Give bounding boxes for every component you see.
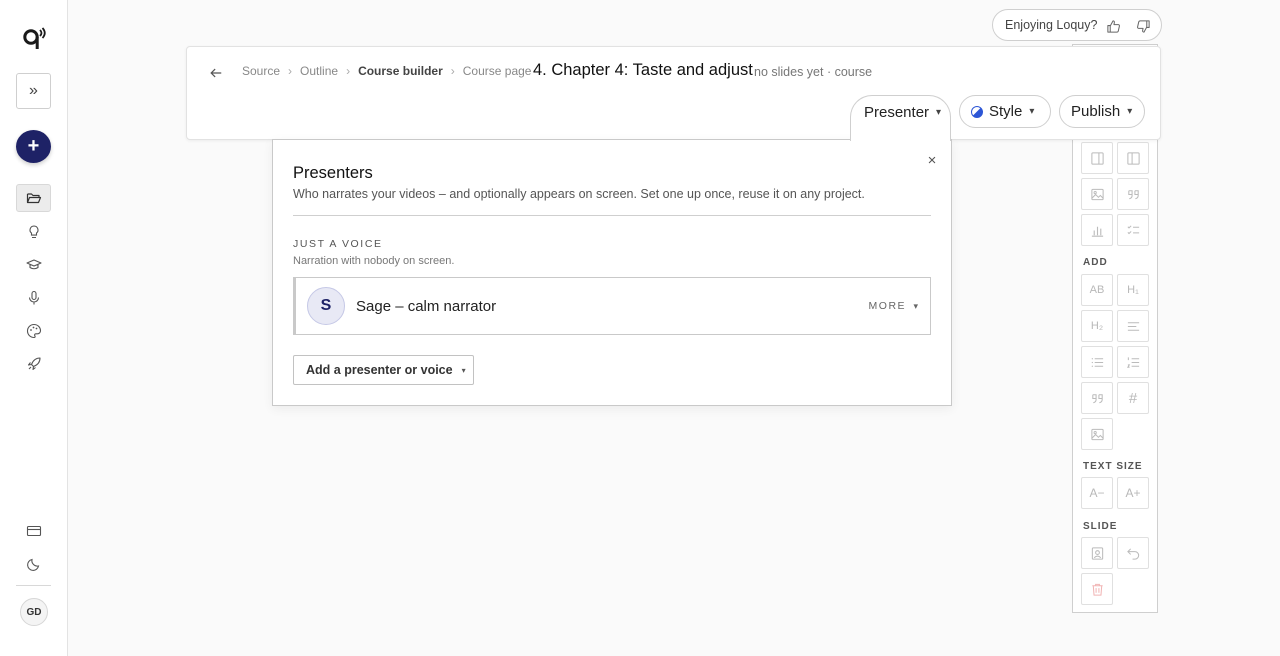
presenter-button[interactable]: Presenter ▾: [850, 95, 951, 141]
heading-2-icon[interactable]: H₂: [1081, 310, 1113, 342]
feedback-pill: Enjoying Loquy?: [992, 9, 1162, 41]
feedback-label: Enjoying Loquy?: [1005, 18, 1098, 32]
rail-divider: [16, 585, 51, 586]
presenter-button-label: Presenter: [864, 104, 930, 121]
bar-chart-icon[interactable]: [1081, 214, 1113, 246]
portrait-icon[interactable]: [1081, 537, 1113, 569]
publish-button[interactable]: Publish ▾: [1059, 95, 1145, 128]
chevron-down-icon: ▾: [461, 365, 466, 375]
decrease-text-icon[interactable]: A−: [1081, 477, 1113, 509]
thumbs-down-icon[interactable]: [1134, 17, 1152, 35]
thumbs-up-icon[interactable]: [1104, 17, 1122, 35]
rail-item-theme[interactable]: [16, 550, 51, 578]
text-ab-icon[interactable]: AB: [1081, 274, 1113, 306]
breadcrumb: Source › Outline › Course builder › Cour…: [242, 64, 531, 78]
credit-card-icon: [26, 525, 41, 537]
quote-icon[interactable]: [1081, 382, 1113, 414]
checklist-icon[interactable]: [1117, 214, 1149, 246]
add-presenter-label: Add a presenter or voice: [306, 363, 453, 377]
breadcrumb-course-page[interactable]: Course page: [463, 64, 532, 78]
popover-divider: [293, 215, 931, 216]
breadcrumb-separator: ›: [346, 64, 351, 78]
image-icon[interactable]: [1081, 178, 1113, 210]
voice-more-label: MORE: [868, 300, 907, 312]
graduation-cap-icon: [25, 259, 42, 270]
breadcrumb-course-builder[interactable]: Course builder: [358, 64, 443, 78]
rail-item-billing[interactable]: [16, 517, 51, 545]
layout-right-panel-icon[interactable]: [1081, 142, 1113, 174]
heading-1-icon[interactable]: H₁: [1117, 274, 1149, 306]
text-size-section-label: TEXT SIZE: [1083, 461, 1143, 472]
paragraph-icon[interactable]: [1117, 310, 1149, 342]
avatar[interactable]: GD: [20, 598, 48, 626]
page-title: 4. Chapter 4: Taste and adjust: [533, 61, 753, 79]
voice-avatar: S: [307, 287, 345, 325]
numbered-list-icon[interactable]: [1117, 346, 1149, 378]
voice-item[interactable]: S Sage – calm narrator MORE ▾: [293, 277, 931, 335]
moon-icon: [26, 558, 39, 571]
breadcrumb-separator: ›: [288, 64, 293, 78]
popover-description: Who narrates your videos – and optionall…: [293, 187, 865, 201]
rail-item-projects[interactable]: [16, 184, 51, 212]
trash-icon[interactable]: [1081, 573, 1113, 605]
rail-item-publish[interactable]: [16, 350, 51, 378]
folder-open-icon: [26, 193, 41, 204]
voice-section-subtitle: Narration with nobody on screen.: [293, 255, 455, 267]
slide-section-label: SLIDE: [1083, 521, 1118, 532]
breadcrumb-source[interactable]: Source: [242, 64, 280, 78]
voice-more-button[interactable]: MORE ▾: [869, 300, 918, 312]
add-section-label: ADD: [1083, 257, 1108, 268]
presenters-popover: Presenters Who narrates your videos – an…: [272, 139, 952, 406]
plus-icon: +: [27, 135, 40, 157]
style-swatch-icon: [971, 105, 983, 118]
lightbulb-icon: [28, 225, 39, 239]
new-project-button[interactable]: +: [16, 130, 51, 163]
voice-section-title: JUST A VOICE: [293, 238, 383, 250]
rail-item-ideas[interactable]: [16, 218, 51, 246]
voice-name: Sage – calm narrator: [356, 298, 497, 315]
microphone-icon: [28, 290, 39, 305]
chevrons-right-icon: »: [29, 82, 38, 99]
layout-left-panel-icon[interactable]: [1117, 142, 1149, 174]
breadcrumb-separator: ›: [450, 64, 455, 78]
undo-icon[interactable]: [1117, 537, 1149, 569]
close-icon[interactable]: ×: [924, 152, 940, 169]
quote-icon[interactable]: [1117, 178, 1149, 210]
publish-button-label: Publish: [1071, 103, 1121, 120]
palette-icon: [26, 323, 41, 339]
back-button[interactable]: [206, 63, 226, 83]
chevron-down-icon: ▾: [1127, 106, 1133, 117]
image-icon[interactable]: [1081, 418, 1113, 450]
chevron-down-icon: ▾: [936, 107, 942, 118]
rail-item-courses[interactable]: [16, 251, 51, 279]
bullet-list-icon[interactable]: [1081, 346, 1113, 378]
rocket-icon: [27, 357, 41, 371]
style-button[interactable]: Style ▾: [959, 95, 1051, 128]
style-button-label: Style: [989, 103, 1023, 120]
loquy-logo-icon[interactable]: [22, 26, 46, 52]
popover-title: Presenters: [293, 164, 373, 182]
chevron-down-icon: ▾: [1029, 106, 1035, 117]
left-rail: » + GD: [0, 0, 68, 656]
arrow-left-icon: [210, 68, 222, 78]
rail-item-brand[interactable]: [16, 317, 51, 345]
expand-sidebar-button[interactable]: »: [16, 73, 51, 109]
rail-item-voice[interactable]: [16, 284, 51, 312]
increase-text-icon[interactable]: A+: [1117, 477, 1149, 509]
hash-icon[interactable]: #: [1117, 382, 1149, 414]
breadcrumb-outline[interactable]: Outline: [300, 64, 338, 78]
add-presenter-button[interactable]: Add a presenter or voice ▾: [293, 355, 474, 385]
page-subtitle: no slides yet · course: [754, 65, 873, 79]
chevron-down-icon: ▾: [913, 301, 918, 311]
